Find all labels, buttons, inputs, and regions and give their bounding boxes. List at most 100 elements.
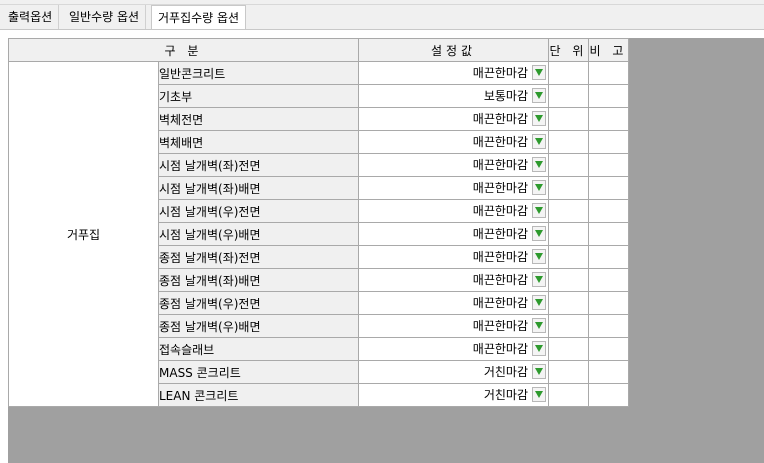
dropdown-arrow-icon[interactable] <box>532 180 546 195</box>
dropdown-arrow-icon[interactable] <box>532 226 546 241</box>
value-select[interactable]: 매끈한마감 <box>358 222 549 246</box>
header-row: 구 분 설정값 단 위 비 고 <box>8 38 629 62</box>
unit-cell <box>548 314 589 338</box>
unit-cell <box>548 291 589 315</box>
value-text: 매끈한마감 <box>472 342 528 356</box>
dropdown-arrow-icon[interactable] <box>532 88 546 103</box>
value-text: 거친마감 <box>483 365 528 379</box>
item-label: 종점 날개벽(좌)배면 <box>158 268 359 292</box>
unit-cell <box>548 268 589 292</box>
dropdown-arrow-icon[interactable] <box>532 65 546 80</box>
item-label: 시점 날개벽(우)전면 <box>158 199 359 223</box>
unit-cell <box>548 84 589 108</box>
value-select[interactable]: 매끈한마감 <box>358 176 549 200</box>
value-select[interactable]: 매끈한마감 <box>358 153 549 177</box>
note-cell <box>588 84 629 108</box>
value-select[interactable]: 매끈한마감 <box>358 291 549 315</box>
tab-formwork-quantity-options[interactable]: 거푸집수량 옵션 <box>151 5 247 30</box>
value-select[interactable]: 매끈한마감 <box>358 61 549 85</box>
dropdown-arrow-icon[interactable] <box>532 134 546 149</box>
value-text: 보통마감 <box>483 89 528 103</box>
note-cell <box>588 314 629 338</box>
item-label: MASS 콘크리트 <box>158 360 359 384</box>
item-label: 종점 날개벽(우)전면 <box>158 291 359 315</box>
dropdown-arrow-icon[interactable] <box>532 249 546 264</box>
dropdown-arrow-icon[interactable] <box>532 203 546 218</box>
unit-cell <box>548 337 589 361</box>
value-text: 매끈한마감 <box>472 204 528 218</box>
value-select[interactable]: 매끈한마감 <box>358 199 549 223</box>
tab-general-quantity-options[interactable]: 일반수량 옵션 <box>63 5 147 29</box>
unit-cell <box>548 222 589 246</box>
unit-cell <box>548 360 589 384</box>
value-text: 매끈한마감 <box>472 158 528 172</box>
note-cell <box>588 222 629 246</box>
header-unit: 단 위 <box>548 38 589 62</box>
note-cell <box>588 337 629 361</box>
item-label: LEAN 콘크리트 <box>158 383 359 407</box>
value-select[interactable]: 매끈한마감 <box>358 107 549 131</box>
value-text: 매끈한마감 <box>472 66 528 80</box>
value-text: 매끈한마감 <box>472 250 528 264</box>
note-cell <box>588 268 629 292</box>
formwork-options-grid: 구 분 설정값 단 위 비 고 거푸집 일반콘크리트 매끈한마감 기초부 보통마감 벽체전… <box>8 38 629 407</box>
dropdown-arrow-icon[interactable] <box>532 387 546 402</box>
value-text: 매끈한마감 <box>472 181 528 195</box>
value-select[interactable]: 거친마감 <box>358 383 549 407</box>
item-label: 시점 날개벽(좌)배면 <box>158 176 359 200</box>
tab-bar: 출력옵션 일반수량 옵션 거푸집수량 옵션 <box>0 0 764 30</box>
dropdown-arrow-icon[interactable] <box>532 341 546 356</box>
header-category: 구 분 <box>8 38 359 62</box>
note-cell <box>588 383 629 407</box>
unit-cell <box>548 107 589 131</box>
value-select[interactable]: 매끈한마감 <box>358 268 549 292</box>
item-label: 시점 날개벽(우)배면 <box>158 222 359 246</box>
value-text: 매끈한마감 <box>472 273 528 287</box>
tab-output-options[interactable]: 출력옵션 <box>2 5 60 29</box>
unit-cell <box>548 130 589 154</box>
item-label: 기초부 <box>158 84 359 108</box>
item-label: 시점 날개벽(좌)전면 <box>158 153 359 177</box>
value-text: 매끈한마감 <box>472 296 528 310</box>
dropdown-arrow-icon[interactable] <box>532 157 546 172</box>
note-cell <box>588 245 629 269</box>
dropdown-arrow-icon[interactable] <box>532 364 546 379</box>
dropdown-arrow-icon[interactable] <box>532 272 546 287</box>
value-text: 매끈한마감 <box>472 135 528 149</box>
value-text: 매끈한마감 <box>472 112 528 126</box>
category-cell: 거푸집 <box>8 61 159 407</box>
note-cell <box>588 61 629 85</box>
value-select[interactable]: 거친마감 <box>358 360 549 384</box>
note-cell <box>588 176 629 200</box>
item-label: 접속슬래브 <box>158 337 359 361</box>
dropdown-arrow-icon[interactable] <box>532 295 546 310</box>
header-note: 비 고 <box>588 38 629 62</box>
note-cell <box>588 107 629 131</box>
tab-panel: 구 분 설정값 단 위 비 고 거푸집 일반콘크리트 매끈한마감 기초부 보통마감 벽체전… <box>0 29 764 463</box>
unit-cell <box>548 176 589 200</box>
value-text: 거친마감 <box>483 388 528 402</box>
value-select[interactable]: 매끈한마감 <box>358 314 549 338</box>
value-select[interactable]: 매끈한마감 <box>358 245 549 269</box>
unit-cell <box>548 245 589 269</box>
unit-cell <box>548 61 589 85</box>
note-cell <box>588 199 629 223</box>
unit-cell <box>548 383 589 407</box>
note-cell <box>588 153 629 177</box>
note-cell <box>588 130 629 154</box>
dropdown-arrow-icon[interactable] <box>532 318 546 333</box>
item-label: 벽체배면 <box>158 130 359 154</box>
value-select[interactable]: 매끈한마감 <box>358 130 549 154</box>
value-text: 매끈한마감 <box>472 319 528 333</box>
unit-cell <box>548 199 589 223</box>
unit-cell <box>548 153 589 177</box>
table-row: 거푸집 일반콘크리트 매끈한마감 <box>8 61 629 407</box>
value-text: 매끈한마감 <box>472 227 528 241</box>
item-label: 종점 날개벽(우)배면 <box>158 314 359 338</box>
header-value: 설정값 <box>358 38 549 62</box>
value-select[interactable]: 보통마감 <box>358 84 549 108</box>
value-select[interactable]: 매끈한마감 <box>358 337 549 361</box>
note-cell <box>588 291 629 315</box>
item-label: 일반콘크리트 <box>158 61 359 85</box>
dropdown-arrow-icon[interactable] <box>532 111 546 126</box>
